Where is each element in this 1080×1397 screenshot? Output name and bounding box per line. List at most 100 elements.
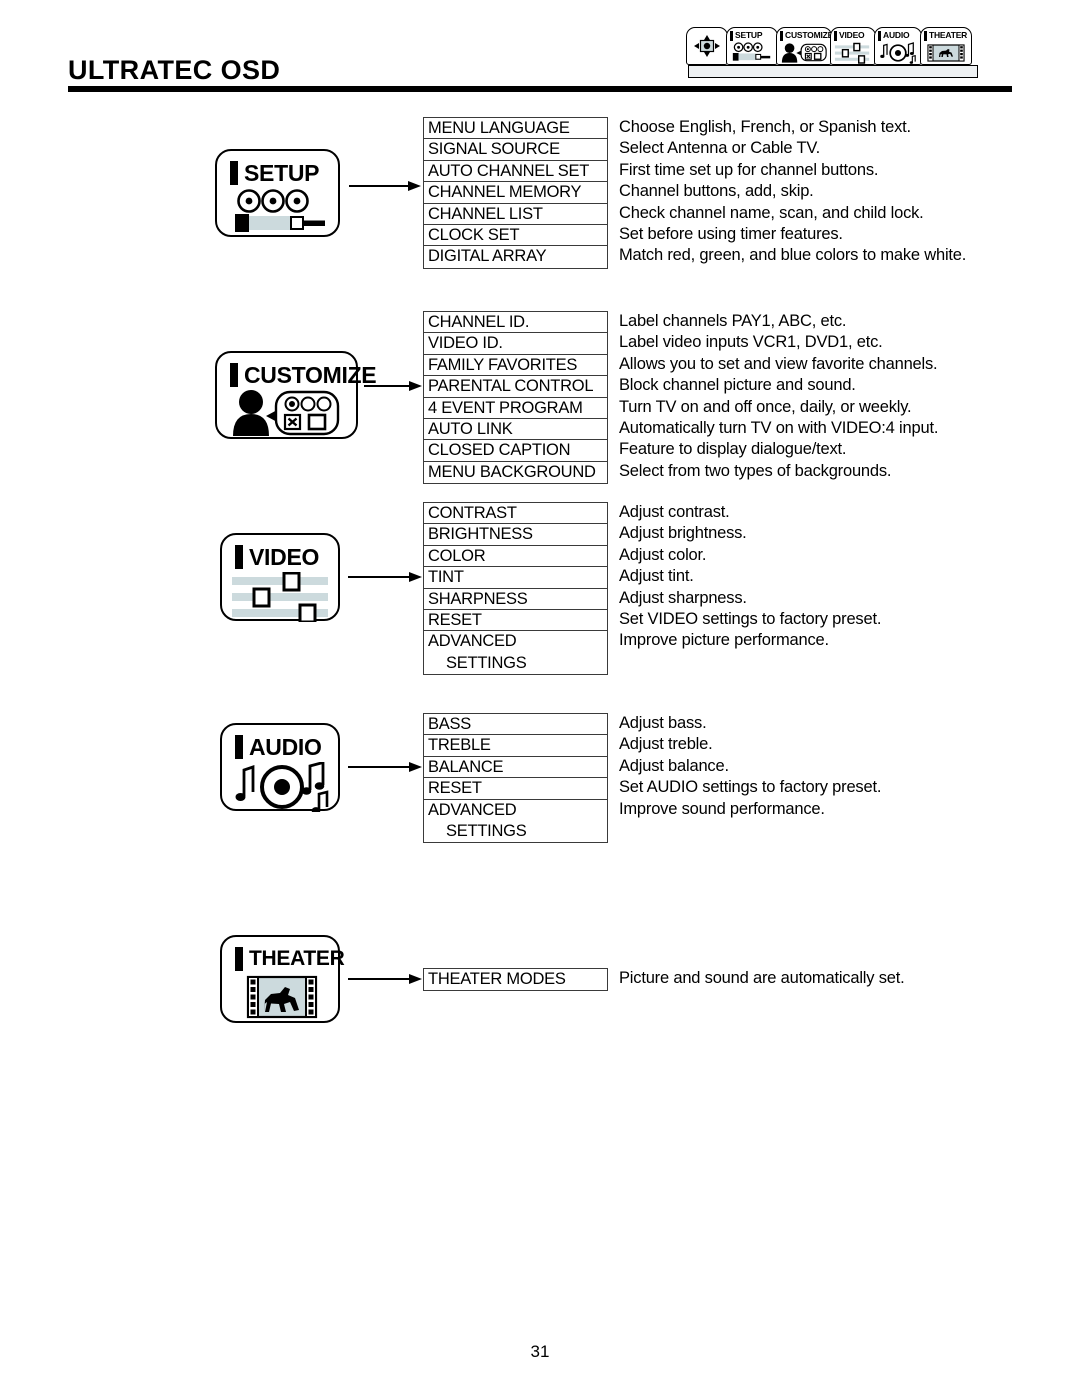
menu-description: Adjust contrast.	[619, 503, 730, 521]
menu-description: Feature to display dialogue/text.	[619, 440, 847, 459]
person-options-icon	[217, 390, 356, 444]
menu-item[interactable]: TREBLE	[424, 735, 607, 757]
menu-description: Label channels PAY1, ABC, etc.	[619, 312, 847, 330]
menu-item[interactable]: FAMILY FAVORITES	[424, 355, 607, 377]
page-number: 31	[530, 1342, 550, 1361]
menu-item[interactable]: DIGITAL ARRAY	[424, 246, 607, 267]
music-disc-icon	[877, 42, 919, 64]
menu-item[interactable]: PARENTAL CONTROL	[424, 376, 607, 398]
menu-item[interactable]: CONTRAST	[424, 503, 607, 525]
menu-description: Set before using timer features.	[619, 224, 843, 243]
menu-item[interactable]: BALANCE	[424, 757, 607, 779]
menu-box: CHANNEL ID. VIDEO ID. FAMILY FAVORITES P…	[423, 311, 608, 485]
menu-description: Adjust color.	[619, 545, 707, 564]
menu-item[interactable]: SIGNAL SOURCE	[424, 139, 607, 161]
menu-item[interactable]: SETTINGS	[424, 821, 607, 842]
card-label: THEATER	[249, 947, 345, 970]
tab-navigation[interactable]	[686, 27, 728, 65]
tab-audio[interactable]: AUDIO	[874, 27, 922, 65]
card-theater[interactable]: THEATER	[220, 935, 345, 1023]
menu-block-customize: CHANNEL ID. VIDEO ID. FAMILY FAVORITES P…	[423, 311, 938, 485]
menu-item[interactable]: ADVANCED	[424, 631, 607, 652]
menu-item[interactable]: MENU BACKGROUND	[424, 462, 607, 483]
menu-description: Improve picture performance.	[619, 631, 829, 650]
menu-description: Channel buttons, add, skip.	[619, 182, 814, 201]
menu-item[interactable]: SETTINGS	[424, 653, 607, 674]
card-customize[interactable]: CUSTOMIZE	[215, 351, 377, 439]
menu-description: Turn TV on and off once, daily, or weekl…	[619, 397, 912, 416]
tab-label: SETUP	[735, 30, 763, 40]
card-accent-bar	[230, 161, 238, 185]
menu-description: Select from two types of backgrounds.	[619, 461, 892, 480]
tab-accent-bar	[780, 30, 783, 41]
menu-description: Picture and sound are automatically set.	[619, 969, 905, 987]
menu-item[interactable]: RESET	[424, 778, 607, 800]
menu-item[interactable]: THEATER MODES	[424, 969, 607, 990]
page-title: ULTRATEC OSD	[68, 55, 281, 85]
menu-item[interactable]: CLOCK SET	[424, 225, 607, 247]
arrow-video	[348, 572, 422, 582]
card-label: CUSTOMIZE	[244, 361, 377, 388]
card-setup[interactable]: SETUP	[215, 149, 340, 237]
menu-item[interactable]: BRIGHTNESS	[424, 524, 607, 546]
sliders-icon	[833, 42, 873, 64]
menu-descriptions: Picture and sound are automatically set.	[619, 968, 905, 989]
card-audio[interactable]: AUDIO	[220, 723, 340, 812]
tab-accent-bar	[878, 30, 881, 41]
menu-item[interactable]: ADVANCED	[424, 800, 607, 821]
tab-label: AUDIO	[883, 30, 910, 40]
menu-description: Adjust treble.	[619, 735, 713, 754]
menu-item[interactable]: TINT	[424, 567, 607, 589]
menu-description: Set VIDEO settings to factory preset.	[619, 609, 882, 628]
card-label: SETUP	[244, 159, 320, 186]
tab-theater[interactable]: THEATER	[920, 27, 972, 65]
menu-item[interactable]: CHANNEL MEMORY	[424, 182, 607, 204]
osd-tab-bar: SETUP CUSTOMIZE VIDEO AUDIO THEATER	[686, 27, 980, 79]
menu-item[interactable]: RESET	[424, 610, 607, 632]
menu-box: THEATER MODES	[423, 968, 608, 992]
card-accent-bar	[235, 735, 243, 759]
card-accent-bar	[230, 363, 238, 387]
menu-item[interactable]: CHANNEL ID.	[424, 312, 607, 334]
menu-descriptions: Adjust bass. Adjust treble. Adjust balan…	[619, 713, 881, 820]
person-options-icon	[779, 42, 829, 64]
tab-customize[interactable]: CUSTOMIZE	[776, 27, 833, 65]
menu-item[interactable]: COLOR	[424, 546, 607, 568]
menu-item[interactable]: BASS	[424, 714, 607, 736]
menu-description: Automatically turn TV on with VIDEO:4 in…	[619, 418, 939, 437]
menu-descriptions: Adjust contrast. Adjust brightness. Adju…	[619, 502, 881, 652]
arrow-theater	[348, 974, 422, 984]
film-horse-icon	[222, 974, 338, 1028]
arrow-customize	[364, 381, 422, 391]
menu-block-theater: THEATER MODES Picture and sound are auto…	[423, 968, 905, 992]
tab-bar-band	[688, 65, 978, 78]
menu-item[interactable]: CLOSED CAPTION	[424, 440, 607, 462]
card-label: VIDEO	[249, 543, 320, 570]
menu-box: BASS TREBLE BALANCE RESET ADVANCED SETTI…	[423, 713, 608, 844]
menu-item[interactable]: VIDEO ID.	[424, 333, 607, 355]
tab-label: THEATER	[929, 30, 968, 40]
menu-block-video: CONTRAST BRIGHTNESS COLOR TINT SHARPNESS…	[423, 502, 881, 676]
camera-reels-icon	[217, 188, 338, 242]
menu-description: Label video inputs VCR1, DVD1, etc.	[619, 333, 883, 352]
tab-accent-bar	[924, 30, 927, 41]
menu-description: Choose English, French, or Spanish text.	[619, 118, 911, 136]
menu-item[interactable]: AUTO LINK	[424, 419, 607, 441]
menu-item[interactable]: AUTO CHANNEL SET	[424, 161, 607, 183]
tab-video[interactable]: VIDEO	[830, 27, 876, 65]
menu-item[interactable]: 4 EVENT PROGRAM	[424, 398, 607, 419]
menu-descriptions: Label channels PAY1, ABC, etc. Label vid…	[619, 311, 938, 482]
tab-label: VIDEO	[839, 30, 865, 40]
menu-description: First time set up for channel buttons.	[619, 160, 879, 179]
menu-item[interactable]: SHARPNESS	[424, 589, 607, 610]
card-video[interactable]: VIDEO	[220, 533, 340, 622]
menu-item[interactable]: MENU LANGUAGE	[424, 118, 607, 140]
menu-item[interactable]: CHANNEL LIST	[424, 204, 607, 225]
title-rule	[68, 86, 1012, 92]
tab-accent-bar	[730, 30, 733, 41]
menu-description: Check channel name, scan, and child lock…	[619, 203, 924, 222]
menu-description: Adjust sharpness.	[619, 588, 747, 607]
menu-description: Allows you to set and view favorite chan…	[619, 354, 938, 373]
tab-setup[interactable]: SETUP	[726, 27, 778, 65]
menu-description: Adjust brightness.	[619, 524, 747, 543]
